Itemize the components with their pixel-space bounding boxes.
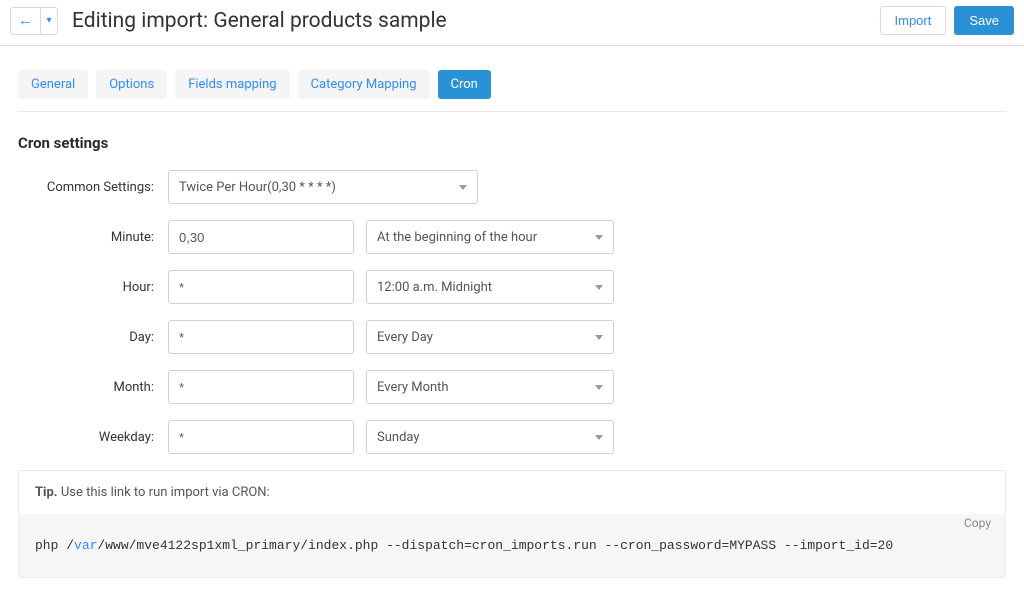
- cron-pre: php /: [35, 538, 74, 553]
- tab-fields-mapping[interactable]: Fields mapping: [175, 70, 289, 99]
- label-month: Month:: [18, 380, 168, 395]
- input-month[interactable]: [168, 370, 354, 404]
- label-weekday: Weekday:: [18, 430, 168, 445]
- tab-bar: General Options Fields mapping Category …: [18, 70, 1006, 99]
- tip-bold: Tip.: [35, 485, 58, 500]
- section-heading: Cron settings: [18, 134, 1006, 152]
- select-value: At the beginning of the hour: [377, 230, 537, 245]
- cron-command-wrap: Copy php /var/www/mve4122sp1xml_primary/…: [19, 514, 1005, 577]
- select-weekday[interactable]: Sunday: [366, 420, 614, 454]
- content-area: General Options Fields mapping Category …: [0, 46, 1024, 602]
- select-minute[interactable]: At the beginning of the hour: [366, 220, 614, 254]
- caret-down-icon: ▾: [46, 15, 51, 26]
- tip-text: Use this link to run import via CRON:: [58, 485, 270, 500]
- arrow-left-icon: ←: [18, 12, 33, 29]
- row-hour: Hour: 12:00 a.m. Midnight: [18, 270, 1006, 304]
- import-button[interactable]: Import: [880, 6, 947, 35]
- input-minute[interactable]: [168, 220, 354, 254]
- select-value: Every Month: [377, 380, 449, 395]
- page-title: Editing import: General products sample: [72, 9, 880, 33]
- save-button[interactable]: Save: [954, 6, 1014, 35]
- select-common-settings[interactable]: Twice Per Hour(0,30 * * * *): [168, 170, 478, 204]
- cron-post: /www/mve4122sp1xml_primary/index.php --d…: [97, 538, 893, 553]
- label-hour: Hour:: [18, 280, 168, 295]
- row-weekday: Weekday: Sunday: [18, 420, 1006, 454]
- tab-category-mapping[interactable]: Category Mapping: [298, 70, 430, 99]
- label-common-settings: Common Settings:: [18, 180, 168, 195]
- tip-text-line: Tip. Use this link to run import via CRO…: [35, 485, 989, 500]
- row-day: Day: Every Day: [18, 320, 1006, 354]
- select-value: Every Day: [377, 330, 433, 345]
- cron-var: var: [74, 538, 97, 553]
- page-header: ← ▾ Editing import: General products sam…: [0, 0, 1024, 46]
- row-month: Month: Every Month: [18, 370, 1006, 404]
- select-day[interactable]: Every Day: [366, 320, 614, 354]
- row-minute: Minute: At the beginning of the hour: [18, 220, 1006, 254]
- header-actions: Import Save: [880, 6, 1014, 35]
- tab-options[interactable]: Options: [96, 70, 167, 99]
- copy-link[interactable]: Copy: [964, 516, 991, 530]
- tab-cron[interactable]: Cron: [438, 70, 491, 99]
- row-common-settings: Common Settings: Twice Per Hour(0,30 * *…: [18, 170, 1006, 204]
- tab-general[interactable]: General: [18, 70, 88, 99]
- tip-box: Tip. Use this link to run import via CRO…: [18, 470, 1006, 578]
- back-button-group: ← ▾: [10, 7, 58, 35]
- select-value: Twice Per Hour(0,30 * * * *): [179, 180, 336, 195]
- cron-command: php /var/www/mve4122sp1xml_primary/index…: [19, 514, 1005, 577]
- label-day: Day:: [18, 330, 168, 345]
- select-hour[interactable]: 12:00 a.m. Midnight: [366, 270, 614, 304]
- select-value: 12:00 a.m. Midnight: [377, 280, 492, 295]
- input-day[interactable]: [168, 320, 354, 354]
- tab-separator: [18, 111, 1006, 112]
- select-month[interactable]: Every Month: [366, 370, 614, 404]
- select-value: Sunday: [377, 430, 420, 445]
- input-hour[interactable]: [168, 270, 354, 304]
- label-minute: Minute:: [18, 230, 168, 245]
- input-weekday[interactable]: [168, 420, 354, 454]
- back-button[interactable]: ←: [10, 7, 40, 35]
- back-dropdown-button[interactable]: ▾: [40, 7, 58, 35]
